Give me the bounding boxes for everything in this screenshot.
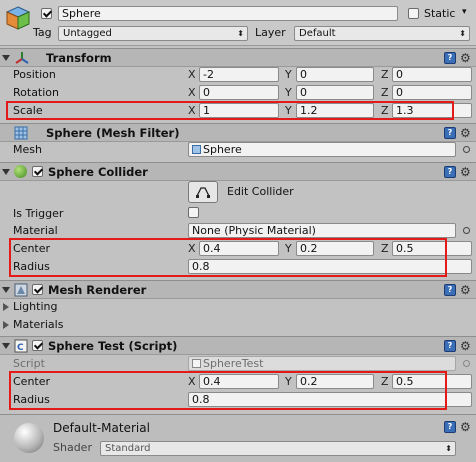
script-highlight-box xyxy=(9,371,447,410)
sphere-collider-header[interactable]: Sphere Collider ? ⚙ xyxy=(0,162,476,181)
edit-collider-button[interactable] xyxy=(188,181,218,203)
gear-icon[interactable]: ⚙ xyxy=(460,166,471,178)
materials-foldout[interactable]: Materials xyxy=(0,317,200,333)
help-icon[interactable]: ? xyxy=(444,340,456,352)
layer-value: Default xyxy=(299,28,336,39)
position-z-input[interactable]: 0 xyxy=(392,67,472,82)
object-header: Sphere Static ▾ Tag Untagged ⬍ Layer Defa… xyxy=(0,0,476,46)
script-small-icon xyxy=(192,359,201,368)
help-icon[interactable]: ? xyxy=(444,127,456,139)
tag-label: Tag xyxy=(33,26,52,39)
component-title: Mesh Renderer xyxy=(48,283,147,297)
edit-collider-label: Edit Collider xyxy=(227,185,294,198)
gear-icon[interactable]: ⚙ xyxy=(460,127,471,139)
fold-arrow-right-icon xyxy=(3,321,9,329)
transform-header[interactable]: Transform ? ⚙ xyxy=(0,48,476,67)
component-title: Transform xyxy=(46,51,112,65)
fold-arrow-icon[interactable] xyxy=(2,287,10,293)
component-title: Sphere Test (Script) xyxy=(48,339,178,353)
layer-dropdown[interactable]: Default ⬍ xyxy=(294,26,470,41)
shader-dropdown[interactable]: Standard ⬍ xyxy=(100,441,456,456)
gameobject-cube-icon xyxy=(5,6,31,30)
rotation-x-input[interactable]: 0 xyxy=(199,85,279,100)
script-value: SphereTest xyxy=(203,357,264,370)
chevron-updown-icon: ⬍ xyxy=(459,29,466,38)
collider-highlight-box xyxy=(9,238,447,277)
fold-arrow-right-icon xyxy=(3,303,9,311)
axis-x-label: X xyxy=(188,86,196,99)
gear-icon[interactable]: ⚙ xyxy=(460,340,471,352)
mesh-value: Sphere xyxy=(203,143,242,156)
axis-z-label: Z xyxy=(381,68,389,81)
mesh-filter-header[interactable]: Sphere (Mesh Filter) ? ⚙ xyxy=(0,123,476,142)
static-checkbox[interactable] xyxy=(408,8,419,19)
scale-highlight-box xyxy=(6,101,454,120)
lighting-label: Lighting xyxy=(13,300,58,313)
collider-sphere-icon xyxy=(14,165,27,178)
transform-icon xyxy=(15,52,29,64)
mesh-small-icon xyxy=(192,145,201,154)
mesh-renderer-icon xyxy=(14,283,28,297)
mesh-label: Mesh xyxy=(13,143,42,156)
position-y-input[interactable]: 0 xyxy=(296,67,374,82)
svg-text:C: C xyxy=(17,343,24,353)
axis-z-label: Z xyxy=(381,86,389,99)
help-icon[interactable]: ? xyxy=(444,166,456,178)
axis-y-label: Y xyxy=(285,68,292,81)
layer-label: Layer xyxy=(255,26,286,39)
help-icon[interactable]: ? xyxy=(444,284,456,296)
material-sphere-preview xyxy=(14,423,44,453)
material-label: Material xyxy=(13,224,58,237)
script-object-field: SphereTest xyxy=(188,356,456,371)
material-section[interactable]: Default-Material Shader Standard ⬍ ? ⚙ xyxy=(0,414,476,462)
component-title: Sphere (Mesh Filter) xyxy=(46,126,180,140)
shader-value: Standard xyxy=(105,443,151,454)
object-name-input[interactable]: Sphere xyxy=(58,6,398,21)
chevron-updown-icon: ⬍ xyxy=(445,444,452,453)
tag-value: Untagged xyxy=(63,28,112,39)
csharp-script-icon: C xyxy=(14,339,28,353)
static-label: Static xyxy=(424,7,456,20)
position-x-input[interactable]: -2 xyxy=(199,67,279,82)
rotation-y-input[interactable]: 0 xyxy=(296,85,374,100)
lighting-foldout[interactable]: Lighting xyxy=(0,299,200,315)
is-trigger-checkbox[interactable] xyxy=(188,207,199,218)
component-enabled-checkbox[interactable] xyxy=(32,284,43,295)
object-picker-icon[interactable] xyxy=(463,146,470,153)
chevron-updown-icon: ⬍ xyxy=(237,29,244,38)
help-icon[interactable]: ? xyxy=(444,421,456,433)
gear-icon[interactable]: ⚙ xyxy=(460,421,471,433)
static-dropdown-arrow[interactable]: ▾ xyxy=(462,7,467,17)
material-name: Default-Material xyxy=(53,421,150,435)
fold-arrow-icon[interactable] xyxy=(2,169,10,175)
position-label: Position xyxy=(13,68,56,81)
object-picker-icon xyxy=(463,360,470,367)
rotation-z-input[interactable]: 0 xyxy=(392,85,472,100)
fold-arrow-icon[interactable] xyxy=(2,343,10,349)
object-picker-icon[interactable] xyxy=(463,227,470,234)
physic-material-field[interactable]: None (Physic Material) xyxy=(188,223,456,238)
component-enabled-checkbox[interactable] xyxy=(32,340,43,351)
mesh-renderer-header[interactable]: Mesh Renderer ? ⚙ xyxy=(0,280,476,299)
help-icon[interactable]: ? xyxy=(444,52,456,64)
gear-icon[interactable]: ⚙ xyxy=(460,52,471,64)
axis-y-label: Y xyxy=(285,86,292,99)
rotation-label: Rotation xyxy=(13,86,60,99)
fold-arrow-icon[interactable] xyxy=(2,55,10,61)
edit-collider-icon xyxy=(196,187,210,198)
sphere-test-header[interactable]: C Sphere Test (Script) ? ⚙ xyxy=(0,336,476,355)
is-trigger-label: Is Trigger xyxy=(13,207,64,220)
tag-dropdown[interactable]: Untagged ⬍ xyxy=(58,26,248,41)
gear-icon[interactable]: ⚙ xyxy=(460,284,471,296)
script-label: Script xyxy=(13,357,45,370)
shader-label: Shader xyxy=(53,441,92,454)
mesh-object-field[interactable]: Sphere xyxy=(188,142,456,157)
axis-x-label: X xyxy=(188,68,196,81)
component-title: Sphere Collider xyxy=(48,165,148,179)
materials-label: Materials xyxy=(13,318,64,331)
mesh-grid-icon xyxy=(14,126,28,140)
active-checkbox[interactable] xyxy=(41,8,52,19)
component-enabled-checkbox[interactable] xyxy=(32,166,43,177)
